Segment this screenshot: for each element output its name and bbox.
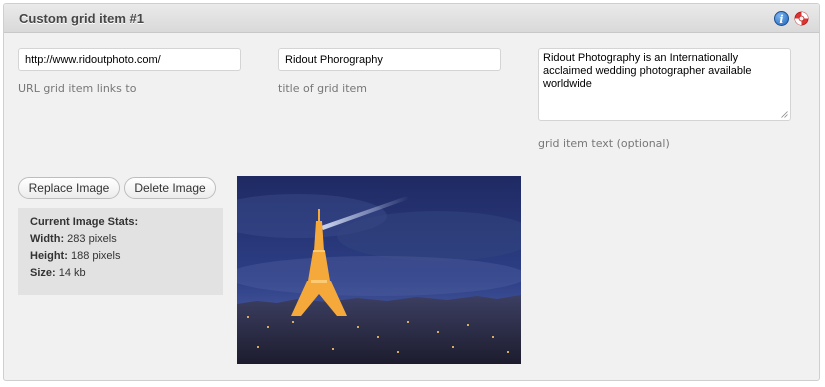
image-stats: Current Image Stats: Width: 283 pixels H… xyxy=(18,208,223,295)
stats-size-value: 14 kb xyxy=(58,267,86,279)
grid-item-panel: Custom grid item #1 i URL grid item link… xyxy=(3,3,820,381)
lifebuoy-icon[interactable] xyxy=(794,11,809,26)
stats-height-value: 188 pixels xyxy=(70,250,121,262)
eiffel-tower-photo xyxy=(237,176,521,364)
panel-title: Custom grid item #1 xyxy=(19,11,144,26)
title-hint: title of grid item xyxy=(278,82,367,95)
text-textarea-value: Ridout Photography is an Internationally… xyxy=(543,52,752,90)
panel-header: Custom grid item #1 i xyxy=(4,4,819,33)
resize-grip-icon[interactable] xyxy=(781,111,788,118)
text-textarea[interactable]: Ridout Photography is an Internationally… xyxy=(538,48,791,121)
stats-width-label: Width: xyxy=(30,233,65,245)
text-hint: grid item text (optional) xyxy=(538,137,670,150)
url-hint: URL grid item links to xyxy=(18,82,137,95)
info-icon[interactable]: i xyxy=(774,11,789,26)
delete-image-button[interactable]: Delete Image xyxy=(124,177,216,199)
title-input[interactable] xyxy=(278,48,501,71)
stats-height-label: Height: xyxy=(30,250,68,262)
replace-image-button[interactable]: Replace Image xyxy=(18,177,120,199)
stats-heading: Current Image Stats: xyxy=(30,216,139,228)
stats-width-value: 283 pixels xyxy=(67,233,117,245)
stats-size-label: Size: xyxy=(30,267,56,279)
url-input[interactable] xyxy=(18,48,241,71)
